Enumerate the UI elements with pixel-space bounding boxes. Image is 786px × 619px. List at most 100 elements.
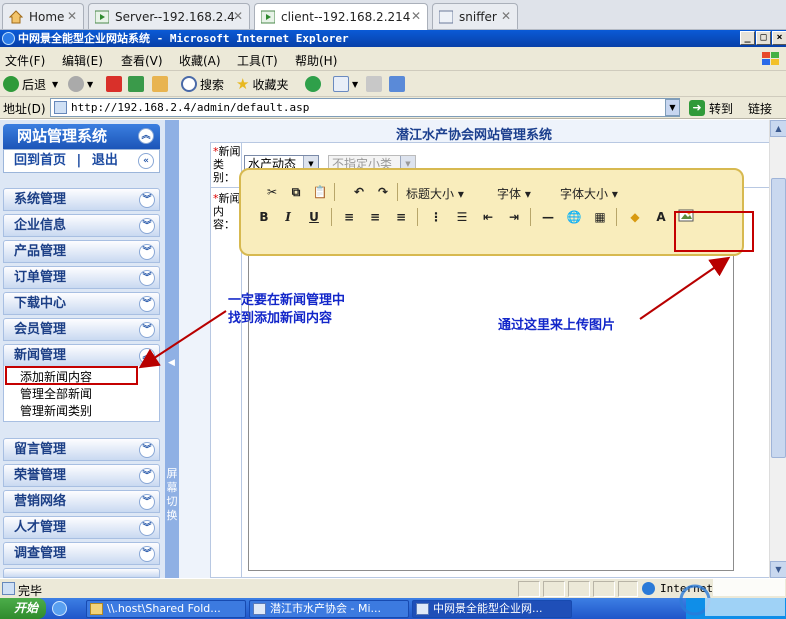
mail-icon bbox=[333, 76, 349, 92]
back-button[interactable]: 后退 ▼ bbox=[3, 75, 58, 93]
scroll-thumb[interactable] bbox=[771, 178, 786, 458]
windows-flag-icon bbox=[760, 50, 782, 68]
address-bar: 地址(D) http://192.168.2.4/admin/default.a… bbox=[0, 97, 786, 119]
host-tab-sniffer[interactable]: sniffer ✕ bbox=[432, 3, 518, 29]
quick-launch-ie-icon[interactable] bbox=[52, 601, 67, 616]
status-text: 完毕 bbox=[18, 584, 43, 598]
window-title: 中网景全能型企业网站系统 - Microsoft Internet Explor… bbox=[18, 32, 349, 45]
refresh-icon bbox=[128, 76, 144, 92]
search-button[interactable]: 搜索 bbox=[181, 75, 224, 93]
address-url: http://192.168.2.4/admin/default.asp bbox=[71, 101, 310, 114]
print-button[interactable] bbox=[366, 75, 385, 93]
task-cms-admin[interactable]: 中网景全能型企业网... bbox=[412, 600, 572, 618]
task-label: \\.host\Shared Fold... bbox=[107, 602, 221, 615]
host-tab-client[interactable]: client--192.168.2.214 ✕ bbox=[254, 3, 428, 30]
page-icon bbox=[54, 101, 67, 114]
host-tab-strip: Home ✕ Server--192.168.2.4 ✕ client--192… bbox=[0, 0, 786, 30]
ie-window-icon bbox=[253, 603, 266, 615]
host-tab-server[interactable]: Server--192.168.2.4 ✕ bbox=[88, 3, 250, 29]
address-label: 地址(D) bbox=[3, 102, 46, 116]
back-arrow-icon bbox=[3, 76, 19, 92]
status-cell bbox=[518, 581, 540, 597]
mail-button[interactable]: ▼ bbox=[333, 75, 358, 93]
annotation-arrows bbox=[138, 256, 731, 369]
host-tab-home[interactable]: Home ✕ bbox=[2, 3, 84, 29]
chevron-down-icon: ▼ bbox=[87, 79, 94, 89]
start-button[interactable]: 开始 bbox=[0, 598, 46, 619]
links-button[interactable]: 链接 bbox=[748, 100, 772, 117]
ie-window-icon bbox=[416, 603, 429, 615]
task-label: 中网景全能型企业网... bbox=[433, 602, 543, 615]
start-label: 开始 bbox=[14, 601, 39, 615]
history-icon bbox=[305, 76, 321, 92]
close-button[interactable]: × bbox=[772, 31, 786, 45]
close-icon[interactable]: ✕ bbox=[67, 9, 77, 23]
chevron-down-icon: ▼ bbox=[52, 79, 59, 89]
annotation-right: 通过这里来上传图片 bbox=[498, 318, 616, 333]
menu-edit[interactable]: 编辑(E) bbox=[62, 52, 103, 69]
forward-arrow-icon bbox=[68, 76, 84, 92]
globe-icon bbox=[642, 582, 655, 595]
host-tab-label: sniffer bbox=[459, 9, 497, 24]
vm-icon bbox=[438, 10, 454, 24]
status-cell bbox=[568, 581, 590, 597]
menu-bar: 文件(F) 编辑(E) 查看(V) 收藏(A) 工具(T) 帮助(H) bbox=[0, 47, 786, 71]
search-label: 搜索 bbox=[200, 77, 225, 92]
arrow-to-image-button bbox=[639, 256, 731, 320]
task-qianjiang-site[interactable]: 潜江市水产协会 - Mi... bbox=[249, 600, 409, 618]
maximize-button[interactable]: □ bbox=[756, 31, 771, 45]
status-cell bbox=[593, 581, 615, 597]
close-icon[interactable]: ✕ bbox=[233, 9, 243, 23]
go-arrow-icon: ➜ bbox=[689, 100, 705, 116]
minimize-button[interactable]: _ bbox=[740, 31, 755, 45]
refresh-button[interactable] bbox=[128, 75, 147, 93]
window-title-bar: 中网景全能型企业网站系统 - Microsoft Internet Explor… bbox=[0, 30, 786, 47]
close-icon[interactable]: ✕ bbox=[411, 9, 421, 23]
home-icon bbox=[8, 9, 24, 24]
watermark-logo bbox=[665, 574, 786, 619]
vm-play-icon bbox=[94, 10, 110, 24]
go-button[interactable]: ➜ 转到 bbox=[689, 99, 733, 117]
chevron-down-icon: ▼ bbox=[352, 79, 359, 89]
host-tab-label: Server--192.168.2.4 bbox=[115, 9, 235, 24]
page-done-icon bbox=[2, 582, 15, 595]
stop-icon bbox=[106, 76, 122, 92]
folder-icon bbox=[90, 603, 103, 615]
home-icon bbox=[152, 76, 168, 92]
annotation-left: 一定要在新闻管理中 找到添加新闻内容 bbox=[228, 293, 346, 326]
address-dropdown-button[interactable]: ▼ bbox=[665, 99, 680, 116]
arrow-to-add-news bbox=[138, 310, 227, 369]
vm-play-icon bbox=[260, 10, 276, 24]
star-icon: ★ bbox=[236, 75, 250, 93]
menu-file[interactable]: 文件(F) bbox=[5, 52, 45, 69]
back-label: 后退 bbox=[22, 77, 47, 92]
favorites-label: 收藏夹 bbox=[252, 77, 289, 92]
status-cell bbox=[543, 581, 565, 597]
edit-page-icon bbox=[389, 76, 405, 92]
menu-help[interactable]: 帮助(H) bbox=[295, 52, 337, 69]
menu-favorites[interactable]: 收藏(A) bbox=[179, 52, 221, 69]
address-input[interactable]: http://192.168.2.4/admin/default.asp bbox=[50, 98, 680, 117]
home-button[interactable] bbox=[152, 75, 171, 93]
edit-page-button[interactable] bbox=[389, 75, 408, 93]
favorites-button[interactable]: ★ 收藏夹 bbox=[236, 75, 288, 93]
history-button[interactable] bbox=[305, 75, 324, 93]
vertical-scrollbar[interactable]: ▲ ▼ bbox=[769, 120, 786, 578]
search-icon bbox=[181, 76, 197, 92]
host-tab-label: client--192.168.2.214 bbox=[281, 10, 411, 24]
task-label: 潜江市水产协会 - Mi... bbox=[270, 602, 381, 615]
standard-toolbar: 后退 ▼ ▼ 搜索 ★ 收藏夹 ▼ bbox=[0, 71, 786, 97]
page-content: 网站管理系统 ︽ 回到首页 | 退出 « 系统管理 ︾ 企业信息 ︾ 产品管理 ︾ 订… bbox=[0, 120, 786, 579]
scroll-up-icon[interactable]: ▲ bbox=[770, 120, 786, 137]
print-icon bbox=[366, 76, 382, 92]
menu-view[interactable]: 查看(V) bbox=[121, 52, 163, 69]
go-label: 转到 bbox=[709, 101, 734, 116]
close-icon[interactable]: ✕ bbox=[501, 9, 511, 23]
host-tab-label: Home bbox=[29, 9, 65, 24]
status-cell bbox=[618, 581, 638, 597]
forward-button[interactable]: ▼ bbox=[68, 75, 93, 93]
task-shared-folder[interactable]: \\.host\Shared Fold... bbox=[86, 600, 246, 618]
menu-tools[interactable]: 工具(T) bbox=[237, 52, 278, 69]
ie-logo-icon bbox=[2, 32, 15, 45]
stop-button[interactable] bbox=[106, 75, 125, 93]
